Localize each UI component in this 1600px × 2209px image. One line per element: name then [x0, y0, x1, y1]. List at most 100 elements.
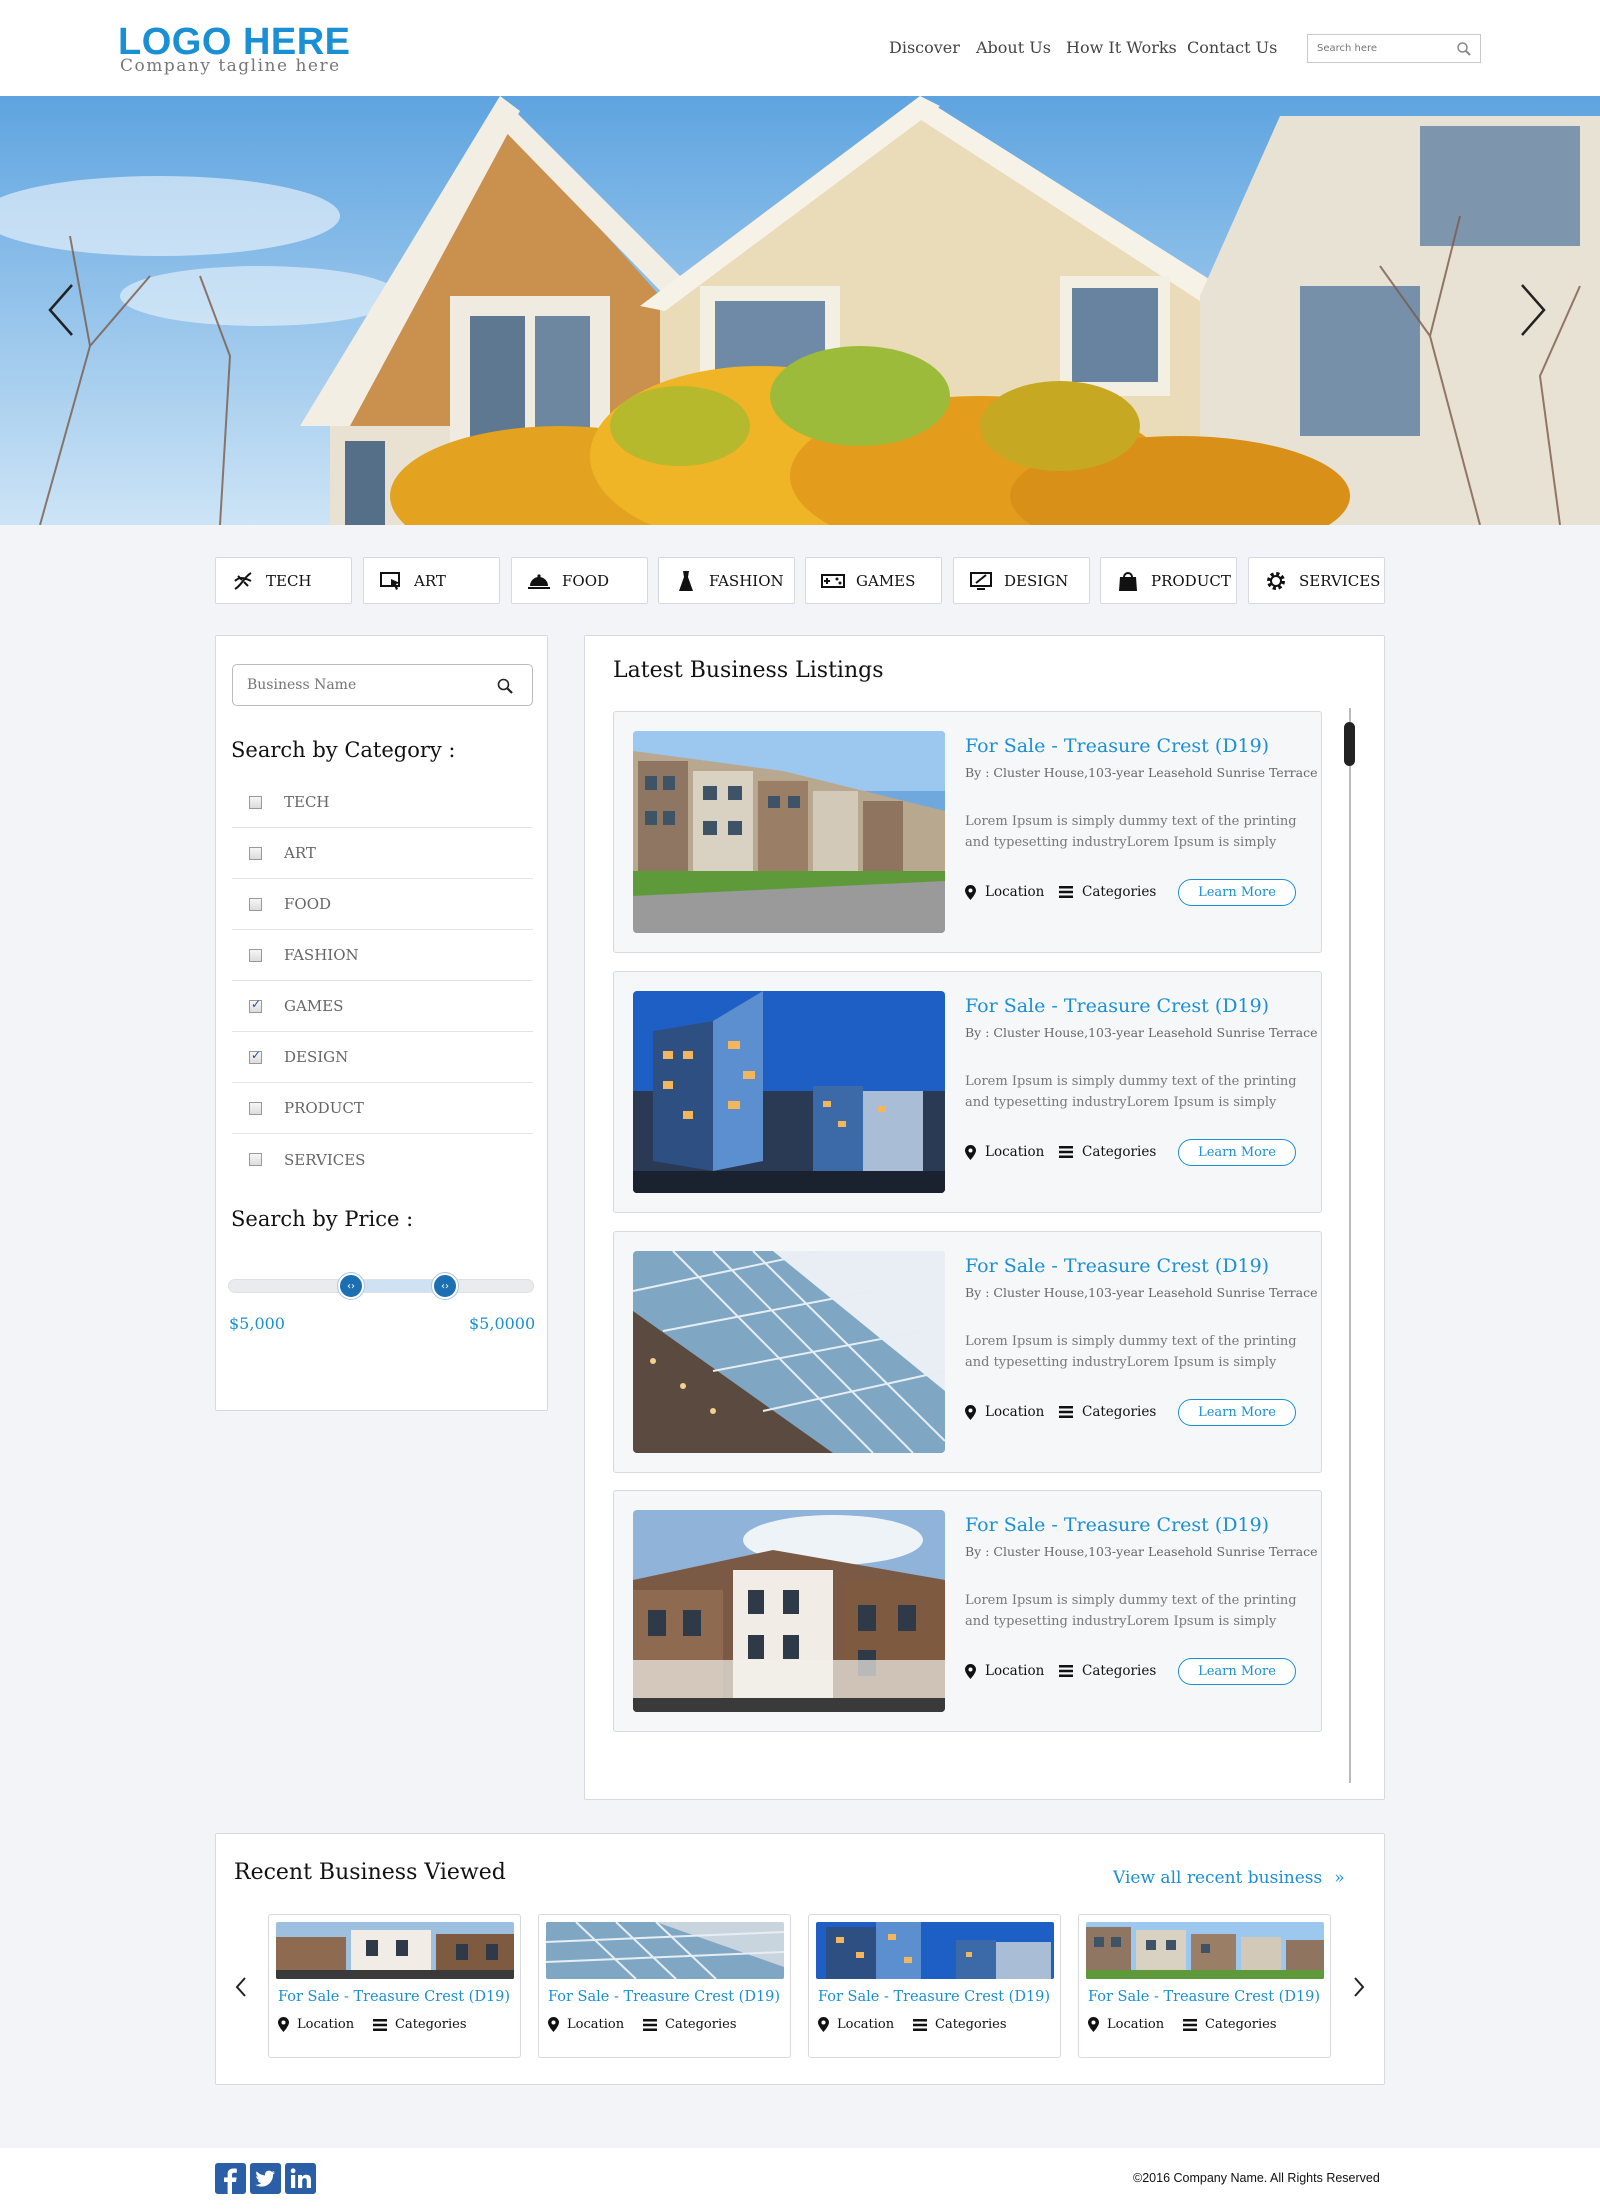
listing-title[interactable]: For Sale - Treasure Crest (D19) — [965, 1514, 1269, 1536]
learn-more-button[interactable]: Learn More — [1178, 1139, 1296, 1166]
recent-location[interactable]: Location — [818, 2017, 894, 2032]
recent-location[interactable]: Location — [1088, 2017, 1164, 2032]
recent-card[interactable]: For Sale - Treasure Crest (D19) Location… — [1078, 1914, 1331, 2058]
hero-prev-arrow[interactable] — [42, 280, 82, 340]
gear-icon — [1267, 571, 1285, 590]
listing-location[interactable]: Location — [965, 1404, 1044, 1420]
listing-description-line: Lorem Ipsum is simply dummy text of the … — [965, 1334, 1297, 1349]
checkbox[interactable] — [249, 846, 262, 860]
nav-contact-us[interactable]: Contact Us — [1187, 38, 1277, 57]
map-pin-icon — [1088, 2017, 1099, 2032]
learn-more-button[interactable]: Learn More — [1178, 1399, 1296, 1426]
recent-categories[interactable]: Categories — [913, 2017, 1007, 2032]
listing-byline: By : Cluster House,103-year Leasehold Su… — [965, 1544, 1318, 1559]
listing-title[interactable]: For Sale - Treasure Crest (D19) — [965, 995, 1269, 1017]
learn-more-button[interactable]: Learn More — [1178, 1658, 1296, 1685]
recent-categories[interactable]: Categories — [643, 2017, 737, 2032]
map-pin-icon — [965, 1663, 976, 1679]
checkbox[interactable] — [249, 948, 262, 962]
recent-location[interactable]: Location — [278, 2017, 354, 2032]
category-fashion[interactable]: FASHION — [658, 557, 795, 604]
checkbox-checked[interactable] — [249, 997, 262, 1013]
listing-title[interactable]: For Sale - Treasure Crest (D19) — [965, 1255, 1269, 1277]
filter-row-services[interactable]: SERVICES — [232, 1134, 533, 1185]
listing-image-glass-facade[interactable] — [633, 1251, 945, 1453]
nav-discover[interactable]: Discover — [889, 38, 960, 57]
listings-scrollbar-thumb[interactable] — [1344, 722, 1355, 766]
dress-icon — [679, 570, 693, 591]
view-all-label: View all recent business — [1113, 1868, 1323, 1888]
category-tech[interactable]: TECH — [215, 557, 352, 604]
checkbox[interactable] — [249, 1101, 262, 1115]
categories-label: Categories — [1082, 1404, 1157, 1420]
recent-categories[interactable]: Categories — [1183, 2017, 1277, 2032]
filter-row-food[interactable]: FOOD — [232, 879, 533, 930]
business-name-input[interactable] — [233, 665, 483, 705]
category-label: FOOD — [562, 571, 610, 590]
filter-row-games[interactable]: GAMES — [232, 981, 533, 1032]
category-label: DESIGN — [1004, 571, 1069, 590]
nav-about-us[interactable]: About Us — [976, 38, 1051, 57]
recent-categories[interactable]: Categories — [373, 2017, 467, 2032]
view-all-recent-link[interactable]: View all recent business » — [1113, 1868, 1345, 1888]
listing-location[interactable]: Location — [965, 1663, 1044, 1679]
checkbox[interactable] — [249, 897, 262, 911]
filter-label: FASHION — [284, 946, 359, 964]
categories-label: Categories — [1082, 1144, 1157, 1160]
filter-row-fashion[interactable]: FASHION — [232, 930, 533, 981]
category-design[interactable]: DESIGN — [953, 557, 1090, 604]
search-icon[interactable] — [1456, 41, 1472, 57]
filter-row-art[interactable]: ART — [232, 828, 533, 879]
header-search-input[interactable] — [1308, 35, 1448, 62]
listing-location[interactable]: Location — [965, 884, 1044, 900]
recent-title[interactable]: For Sale - Treasure Crest (D19) — [1088, 1989, 1320, 2005]
recent-next-arrow[interactable] — [1350, 1972, 1368, 2002]
category-food[interactable]: FOOD — [511, 557, 648, 604]
category-product[interactable]: PRODUCT — [1100, 557, 1237, 604]
facebook-icon[interactable] — [215, 2163, 246, 2194]
filter-row-tech[interactable]: TECH — [232, 777, 533, 828]
twitter-icon[interactable] — [250, 2163, 281, 2194]
listing-image-townhouses[interactable] — [633, 1510, 945, 1712]
recent-title[interactable]: For Sale - Treasure Crest (D19) — [278, 1989, 510, 2005]
price-slider-min-handle[interactable]: ‹› — [338, 1273, 364, 1299]
listing-description-line: and typesetting industryLorem Ipsum is s… — [965, 835, 1277, 850]
recent-location[interactable]: Location — [548, 2017, 624, 2032]
category-services[interactable]: SERVICES — [1248, 557, 1385, 604]
price-slider-max-handle[interactable]: ‹› — [432, 1273, 458, 1299]
listing-categories[interactable]: Categories — [1059, 1663, 1156, 1679]
listing-byline: By : Cluster House,103-year Leasehold Su… — [965, 1025, 1318, 1040]
listing-categories[interactable]: Categories — [1059, 1404, 1156, 1420]
filter-row-product[interactable]: PRODUCT — [232, 1083, 533, 1134]
hero-next-arrow[interactable] — [1512, 280, 1552, 340]
recent-title[interactable]: For Sale - Treasure Crest (D19) — [548, 1989, 780, 2005]
listing-byline: By : Cluster House,103-year Leasehold Su… — [965, 1285, 1318, 1300]
listing-categories[interactable]: Categories — [1059, 1144, 1156, 1160]
recent-card[interactable]: For Sale - Treasure Crest (D19) Location… — [808, 1914, 1061, 2058]
learn-more-button[interactable]: Learn More — [1178, 879, 1296, 906]
checkbox[interactable] — [249, 1153, 262, 1166]
nav-how-it-works[interactable]: How It Works — [1066, 38, 1177, 57]
listing-categories[interactable]: Categories — [1059, 884, 1156, 900]
search-icon[interactable] — [496, 677, 514, 695]
checkbox[interactable] — [249, 795, 262, 809]
recent-card[interactable]: For Sale - Treasure Crest (D19) Location… — [538, 1914, 791, 2058]
filter-label: FOOD — [284, 895, 332, 913]
listing-image-apartments[interactable] — [633, 731, 945, 933]
listing-image-glass-towers[interactable] — [633, 991, 945, 1193]
recent-title[interactable]: For Sale - Treasure Crest (D19) — [818, 1989, 1050, 2005]
filter-row-design[interactable]: DESIGN — [232, 1032, 533, 1083]
list-icon — [643, 2018, 657, 2031]
list-icon — [1183, 2018, 1197, 2031]
linkedin-icon[interactable] — [285, 2163, 316, 2194]
listing-title[interactable]: For Sale - Treasure Crest (D19) — [965, 735, 1269, 757]
checkbox-checked[interactable] — [249, 1048, 262, 1064]
categories-label: Categories — [1082, 1663, 1157, 1679]
recent-card[interactable]: For Sale - Treasure Crest (D19) Location… — [268, 1914, 521, 2058]
listing-location[interactable]: Location — [965, 1144, 1044, 1160]
category-art[interactable]: ART — [363, 557, 500, 604]
recent-prev-arrow[interactable] — [232, 1972, 250, 2002]
listings-scrollbar[interactable] — [1349, 708, 1351, 1783]
category-games[interactable]: GAMES — [805, 557, 942, 604]
listing-description: Lorem Ipsum is simply dummy text of the … — [965, 1590, 1305, 1632]
